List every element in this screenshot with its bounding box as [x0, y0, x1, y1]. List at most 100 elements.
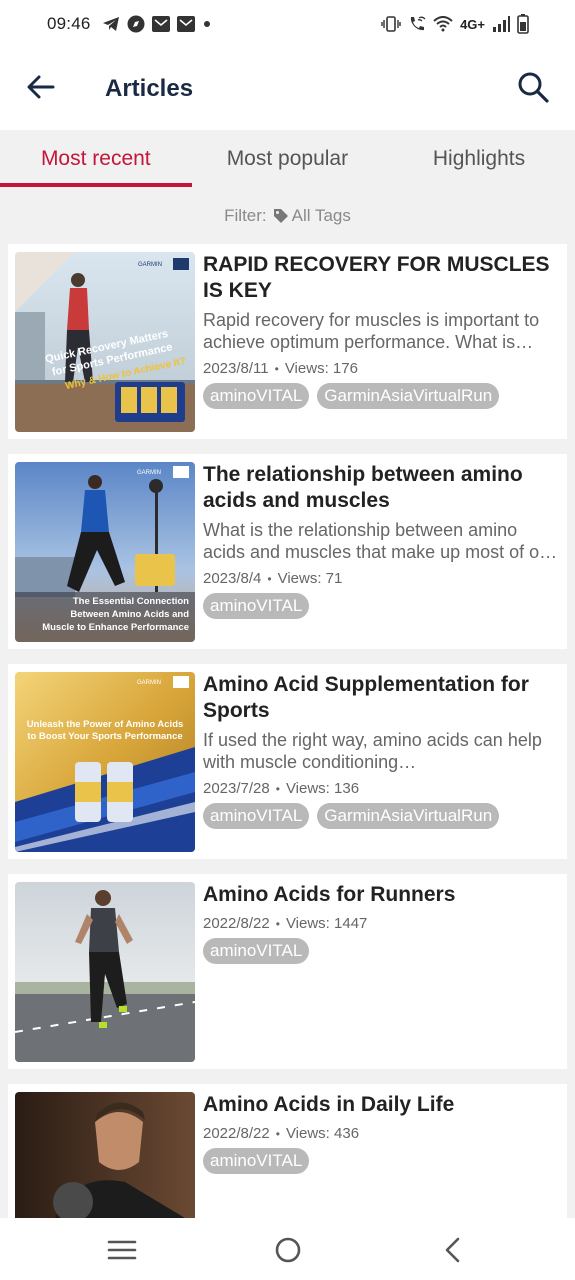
filter-label: Filter: [224, 206, 267, 225]
article-title[interactable]: RAPID RECOVERY FOR MUSCLES IS KEY [203, 252, 559, 304]
network-type: 4G+ [460, 16, 485, 32]
tag-chip[interactable]: aminoVITAL [203, 593, 310, 619]
mail-icon [176, 16, 195, 32]
article-content: The relationship between amino acids and… [203, 462, 559, 619]
article-card[interactable]: GARMIN The Essential Connection Between … [8, 454, 567, 649]
back-icon[interactable] [438, 1235, 468, 1265]
tab-highlights[interactable]: Highlights [383, 130, 575, 187]
tag-icon [273, 209, 288, 223]
tab-bar: Most recent Most popular Highlights [0, 130, 575, 187]
article-content: RAPID RECOVERY FOR MUSCLES IS KEY Rapid … [203, 252, 559, 409]
article-excerpt: If used the right way, amino acids can h… [203, 730, 542, 772]
thumbnail-headline-2: to Boost Your Sports Performance [27, 731, 182, 742]
article-content: Amino Acid Supplementation for Sports If… [203, 672, 559, 829]
article-views: Views: 176 [284, 360, 358, 377]
vibrate-icon [381, 16, 401, 32]
article-card[interactable]: Amino Acids in Daily Life 2022/8/22 • Vi… [8, 1084, 567, 1218]
article-date: 2022/8/22 [203, 915, 270, 932]
article-excerpt: Rapid recovery for muscles is important … [203, 310, 540, 352]
recents-icon[interactable] [107, 1235, 137, 1265]
article-views: Views: 136 [285, 780, 360, 797]
meta-separator: • [267, 571, 272, 586]
thumbnail-brand: GARMIN [137, 470, 161, 476]
article-card[interactable]: GARMIN Quick Recovery Matters for Sports… [8, 244, 567, 439]
article-card[interactable]: Amino Acids for Runners 2022/8/22 • View… [8, 874, 567, 1069]
home-icon[interactable] [273, 1235, 303, 1265]
thumbnail-brand: GARMIN [138, 262, 162, 268]
article-card[interactable]: GARMIN Unleash the Power of Amino Acids … [8, 664, 567, 859]
article-content: Amino Acids for Runners 2022/8/22 • View… [203, 882, 559, 964]
wifi-call-icon [410, 16, 426, 31]
tag-chip[interactable]: aminoVITAL [203, 1148, 310, 1174]
article-views: Views: 436 [285, 1125, 360, 1142]
article-tags: aminoVITAL [203, 1148, 559, 1174]
mail-icon [151, 16, 170, 32]
tab-most-popular[interactable]: Most popular [192, 130, 384, 187]
article-date: 2023/8/11 [203, 360, 269, 377]
status-icons-right: 4G+ [381, 14, 529, 34]
filter-tags-button[interactable]: All Tags [273, 206, 351, 226]
article-title[interactable]: Amino Acid Supplementation for Sports [203, 672, 559, 724]
signal-icon [493, 16, 510, 32]
thumbnail-image: GARMIN The Essential Connection Between … [15, 462, 195, 642]
thumbnail-brand: GARMIN [137, 680, 161, 686]
battery-icon [517, 14, 529, 34]
tag-chip[interactable]: GarminAsiaVirtualRun [317, 803, 500, 829]
article-date: 2022/8/22 [203, 1125, 270, 1142]
article-thumbnail[interactable]: GARMIN Quick Recovery Matters for Sports… [15, 252, 195, 432]
filter-value: All Tags [291, 206, 351, 225]
article-tags: aminoVITAL [203, 593, 559, 619]
tag-chip[interactable]: aminoVITAL [203, 383, 310, 409]
article-views: Views: 71 [277, 570, 343, 587]
article-content: Amino Acids in Daily Life 2022/8/22 • Vi… [203, 1092, 559, 1174]
status-icons-left [102, 15, 212, 33]
article-title[interactable]: The relationship between amino acids and… [203, 462, 559, 514]
article-tags: aminoVITAL GarminAsiaVirtualRun [203, 803, 559, 829]
telegram-icon [102, 17, 119, 31]
article-meta: 2023/7/28 • Views: 136 [203, 780, 559, 797]
article-meta: 2023/8/4 • Views: 71 [203, 570, 559, 587]
article-thumbnail[interactable] [15, 882, 195, 1062]
article-meta: 2022/8/22 • Views: 1447 [203, 915, 559, 932]
app-bar: Articles [0, 48, 575, 130]
thumbnail-image [15, 1092, 195, 1218]
tag-chip[interactable]: aminoVITAL [203, 938, 310, 964]
meta-separator: • [274, 361, 279, 376]
thumbnail-headline-1: Unleash the Power of Amino Acids [27, 719, 184, 730]
article-meta: 2023/8/11 • Views: 176 [203, 360, 559, 377]
article-thumbnail[interactable] [15, 1092, 195, 1218]
tag-chip[interactable]: GarminAsiaVirtualRun [317, 383, 500, 409]
system-nav-bar [0, 1218, 575, 1280]
filter-row: Filter: All Tags [0, 200, 575, 232]
status-time: 09:46 [47, 14, 91, 33]
article-date: 2023/8/4 [203, 570, 262, 587]
page-title: Articles [105, 75, 194, 102]
status-bar: 09:46 4G+ [0, 0, 575, 48]
thumbnail-image [15, 882, 195, 1062]
thumbnail-headline-2: Between Amino Acids and [70, 609, 189, 620]
article-title[interactable]: Amino Acids for Runners [203, 882, 559, 908]
meta-separator: • [275, 1126, 280, 1141]
article-thumbnail[interactable]: GARMIN The Essential Connection Between … [15, 462, 195, 642]
tag-chip[interactable]: aminoVITAL [203, 803, 310, 829]
article-meta: 2022/8/22 • Views: 436 [203, 1125, 559, 1142]
article-title[interactable]: Amino Acids in Daily Life [203, 1092, 559, 1118]
article-tags: aminoVITAL GarminAsiaVirtualRun [203, 383, 559, 409]
article-excerpt: What is the relationship between amino a… [203, 520, 556, 562]
search-icon[interactable] [516, 70, 550, 104]
article-views: Views: 1447 [285, 915, 368, 932]
article-date: 2023/7/28 [203, 780, 270, 797]
meta-separator: • [275, 781, 280, 796]
article-tags: aminoVITAL [203, 938, 559, 964]
meta-separator: • [275, 916, 280, 931]
tab-most-recent[interactable]: Most recent [0, 130, 192, 187]
article-thumbnail[interactable]: GARMIN Unleash the Power of Amino Acids … [15, 672, 195, 852]
thumbnail-headline-3: Muscle to Enhance Performance [42, 622, 189, 633]
compass-icon [127, 15, 145, 33]
thumbnail-image: GARMIN Quick Recovery Matters for Sports… [15, 252, 195, 432]
dot-icon [203, 21, 210, 27]
thumbnail-headline-1: The Essential Connection [73, 596, 189, 607]
back-arrow-icon[interactable] [26, 72, 56, 102]
thumbnail-image: GARMIN Unleash the Power of Amino Acids … [15, 672, 195, 852]
wifi-icon [433, 16, 453, 32]
